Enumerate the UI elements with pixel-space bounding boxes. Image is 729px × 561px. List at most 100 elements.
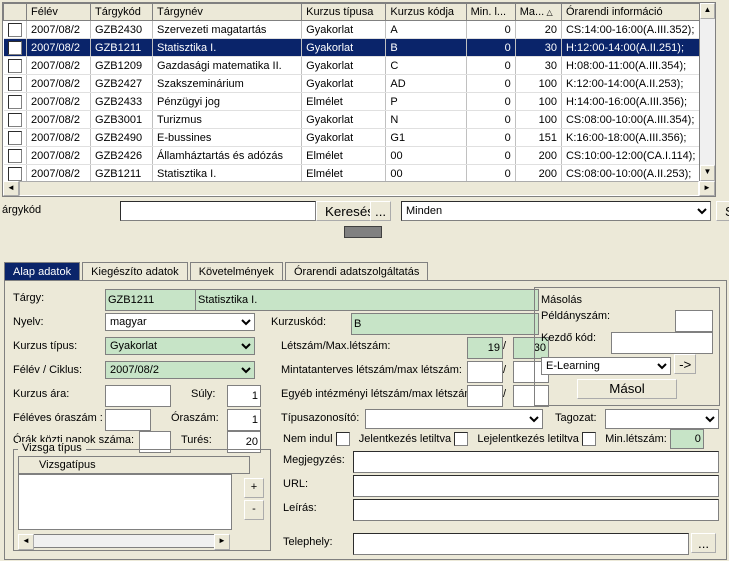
col-header[interactable]: Órarendi információ [561,4,714,21]
oraszam-field[interactable] [227,409,261,431]
vizsga-list[interactable] [18,474,232,530]
tab-orarendi[interactable]: Órarendi adatszolgáltatás [285,262,428,281]
horizontal-scrollbar[interactable]: ◄ ► [2,181,716,197]
lejelentkezes-checkbox[interactable] [582,432,596,446]
tagozat-select[interactable] [605,409,719,429]
nemindul-label: Nem indul [283,433,333,445]
row-checkbox[interactable] [8,131,22,145]
cell [4,111,27,129]
masol-button[interactable]: Másol [577,379,677,399]
megjegyzes-field[interactable] [353,451,719,473]
row-checkbox[interactable] [8,23,22,37]
telephely-field[interactable] [353,533,689,555]
row-checkbox[interactable] [8,41,22,55]
url-field[interactable] [353,475,719,497]
cell: 20 [515,21,561,39]
vizsga-column-header[interactable]: Vizsgatípus [18,456,250,474]
cell [4,165,27,183]
minta-label: Mintatanterves létszám/max létszám: [281,364,462,376]
leiras-field[interactable] [353,499,719,521]
table-row[interactable]: 2007/08/2GZB2426Államháztartás és adózás… [4,147,715,165]
copy-box: Másolás Példányszám: Kezdő kód: E-Learni… [534,287,720,406]
col-header[interactable]: Félév [27,4,91,21]
scroll-track[interactable] [700,19,715,165]
filter-select[interactable]: Minden [401,201,711,221]
feleves-field[interactable] [105,409,151,431]
elearning-select[interactable]: E-Learning [541,357,671,375]
col-header[interactable]: Min. l... [466,4,515,21]
row-checkbox[interactable] [8,59,22,73]
row-checkbox[interactable] [8,167,22,181]
cell: B [386,39,466,57]
felev-select[interactable]: 2007/08/2 [105,361,255,379]
table-row[interactable]: 2007/08/2GZB1209Gazdasági matematika II.… [4,57,715,75]
cell: CS:08:00-10:00(A.II.253); [561,165,714,183]
tipusazonosito-select[interactable] [365,409,543,429]
flags-row: Nem indul Jelentkezés letiltva Lejelentk… [283,429,729,449]
vizsga-add-button[interactable]: + [244,478,264,498]
table-row[interactable]: 2007/08/2GZB1211Statisztika I.Elmélet000… [4,165,715,183]
jelentkezes-checkbox[interactable] [454,432,468,446]
vscroll-left-button[interactable]: ◄ [18,534,34,550]
splitter-grip[interactable] [344,226,382,238]
vscroll-right-button[interactable]: ► [214,534,230,550]
scroll-left-button[interactable]: ◄ [3,181,19,196]
cell: GZB1209 [91,57,153,75]
table-row[interactable]: 2007/08/2GZB1211Statisztika I.GyakorlatB… [4,39,715,57]
col-header[interactable]: Kurzus típusa [302,4,386,21]
filter-button[interactable]: Szűré [716,201,729,221]
row-checkbox[interactable] [8,149,22,163]
nemindul-checkbox[interactable] [336,432,350,446]
search-input[interactable] [120,201,316,221]
col-header[interactable]: Tárgynév [153,4,302,21]
scroll-up-button[interactable]: ▲ [700,3,715,19]
kurzusara-field[interactable] [105,385,171,407]
suly-field[interactable] [227,385,261,407]
telephely-browse-button[interactable]: ... [691,533,716,553]
vscroll-track[interactable] [34,534,214,548]
kurzuskod-field[interactable] [351,313,539,335]
peldanyszam-field[interactable] [675,310,713,332]
course-table[interactable]: FélévTárgykódTárgynévKurzus típusaKurzus… [2,2,716,182]
kezdokod-field[interactable] [611,332,713,354]
tab-alap-adatok[interactable]: Alap adatok [4,262,80,281]
cell: 100 [515,75,561,93]
scroll-down-button[interactable]: ▼ [700,165,715,181]
table-row[interactable]: 2007/08/2GZB2490E-bussinesGyakorlatG1015… [4,129,715,147]
cell: Elmélet [302,165,386,183]
nyelv-select[interactable]: magyar [105,313,255,331]
col-header[interactable]: Kurzus kódja [386,4,466,21]
leiras-label: Leírás: [283,502,359,514]
vizsga-remove-button[interactable]: - [244,500,264,520]
cell [4,93,27,111]
row-checkbox[interactable] [8,77,22,91]
col-header[interactable]: Tárgykód [91,4,153,21]
cell: Statisztika I. [153,39,302,57]
kurzustipus-select[interactable]: Gyakorlat [105,337,255,355]
hscroll-thumb[interactable] [19,181,699,196]
table-row[interactable]: 2007/08/2GZB2433Pénzügyi jogElméletP0100… [4,93,715,111]
scroll-right-button[interactable]: ► [699,181,715,196]
tab-kiegeszito[interactable]: Kiegészíto adatok [82,262,187,281]
col-header[interactable] [4,4,27,21]
search-more-button[interactable]: ... [370,201,391,221]
vertical-scrollbar[interactable]: ▲ ▼ [699,3,715,181]
tab-kovetelmenyek[interactable]: Követelmények [190,262,283,281]
col-header[interactable]: Ma... △ [515,4,561,21]
row-checkbox[interactable] [8,95,22,109]
jelentkezes-label: Jelentkezés letiltva [359,433,451,445]
elearning-go-button[interactable]: -> [674,354,696,374]
vizsga-hscroll[interactable]: ◄ ► [18,534,230,548]
cell: 100 [515,93,561,111]
lejelentkezes-label: Lejelentkezés letiltva [477,433,579,445]
row-checkbox[interactable] [8,113,22,127]
cell: 100 [515,111,561,129]
letszam-label: Létszám/Max.létszám: [281,340,390,352]
table-row[interactable]: 2007/08/2GZB3001TurizmusGyakorlatN0100CS… [4,111,715,129]
table-row[interactable]: 2007/08/2GZB2427SzakszemináriumGyakorlat… [4,75,715,93]
table-row[interactable]: 2007/08/2GZB2430Szervezeti magatartásGya… [4,21,715,39]
cell: Gazdasági matematika II. [153,57,302,75]
minletszam-field[interactable] [670,429,704,449]
peldanyszam-label: Példányszám: [541,310,610,322]
tipusazonosito-label: Típusazonosító: [281,412,359,424]
